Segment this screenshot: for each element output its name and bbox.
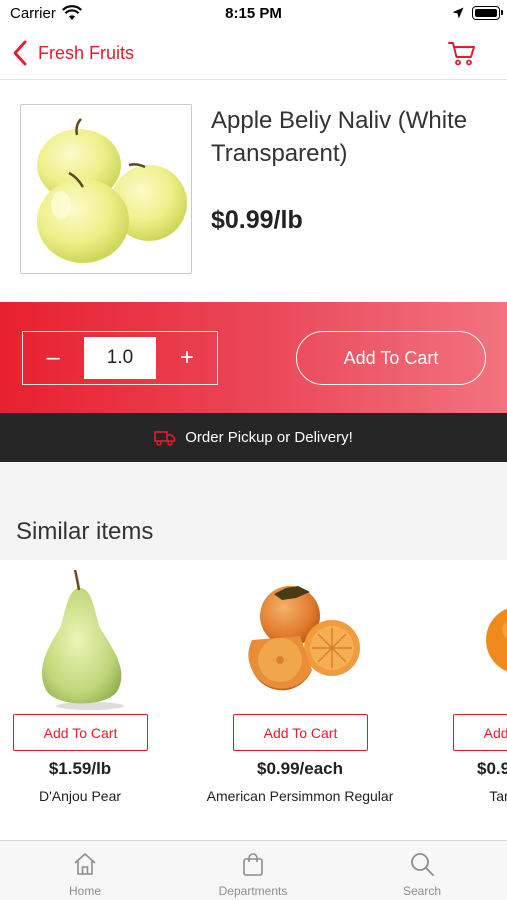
item-price: $0.99/each: [476, 759, 507, 778]
tab-search[interactable]: Search: [362, 841, 482, 900]
back-button[interactable]: Fresh Fruits: [12, 38, 134, 68]
tab-departments[interactable]: Departments: [193, 841, 313, 900]
item-name: Tangerine: [489, 788, 507, 804]
item-name: D'Anjou Pear: [38, 788, 122, 804]
search-icon: [411, 853, 434, 876]
shopping-cart-icon[interactable]: [447, 38, 477, 68]
tab-label: Home: [68, 884, 101, 898]
pickup-banner[interactable]: Order Pickup or Delivery!: [0, 413, 507, 462]
product-name: Apple Beliy Naliv (White Transparent): [211, 107, 468, 167]
tab-home[interactable]: Home: [25, 841, 145, 900]
decrement-button[interactable]: –: [23, 332, 83, 383]
product-price: $0.99/lb: [211, 206, 303, 234]
add-to-cart-button[interactable]: Add To Cart: [453, 714, 507, 751]
item-price: $0.99/each: [256, 759, 343, 778]
product-card[interactable]: Add To Cart $1.59/lb D'Anjou Pear: [0, 560, 180, 840]
battery-icon: [472, 6, 503, 20]
quantity-stepper: – +: [22, 331, 218, 385]
add-to-cart-button[interactable]: Add To Cart: [233, 714, 368, 751]
add-to-cart-button[interactable]: Add To Cart: [296, 331, 486, 385]
clock: 8:15 PM: [225, 5, 282, 22]
action-band: – + Add To Cart: [0, 302, 507, 413]
delivery-truck-icon: [154, 430, 176, 446]
back-label: Fresh Fruits: [38, 42, 135, 63]
shopping-bag-icon: [243, 853, 263, 876]
location-arrow-icon: [452, 7, 464, 19]
item-name: American Persimmon Regular: [206, 788, 394, 804]
pickup-text: Order Pickup or Delivery!: [185, 429, 353, 446]
nav-bar: Fresh Fruits: [0, 28, 507, 80]
home-icon: [74, 853, 96, 875]
product-image: [41, 569, 124, 710]
product-image: [248, 586, 360, 691]
similar-items-section: Similar items: [0, 462, 507, 560]
tab-label: Departments: [218, 884, 288, 898]
increment-button[interactable]: +: [157, 332, 217, 383]
section-title: Similar items: [16, 518, 154, 545]
tab-bar: Home Departments Search: [0, 840, 507, 900]
quantity-input[interactable]: [84, 337, 156, 379]
item-price: $1.59/lb: [48, 759, 112, 778]
status-bar: Carrier 8:15 PM: [0, 0, 507, 28]
product-image: [486, 608, 507, 672]
product-card[interactable]: Add To Cart $0.99/each Tangerine: [420, 560, 507, 840]
similar-items-list: Add To Cart $1.59/lb D'Anjou Pear Add To: [0, 560, 507, 840]
add-to-cart-button[interactable]: Add To Cart: [13, 714, 148, 751]
product-image: [20, 104, 192, 274]
product-header: Apple Beliy Naliv (White Transparent) $0…: [0, 80, 507, 302]
chevron-left-icon: [13, 40, 27, 66]
product-card[interactable]: Add To Cart $0.99/each American Persimmo…: [200, 560, 400, 840]
tab-label: Search: [402, 884, 442, 898]
